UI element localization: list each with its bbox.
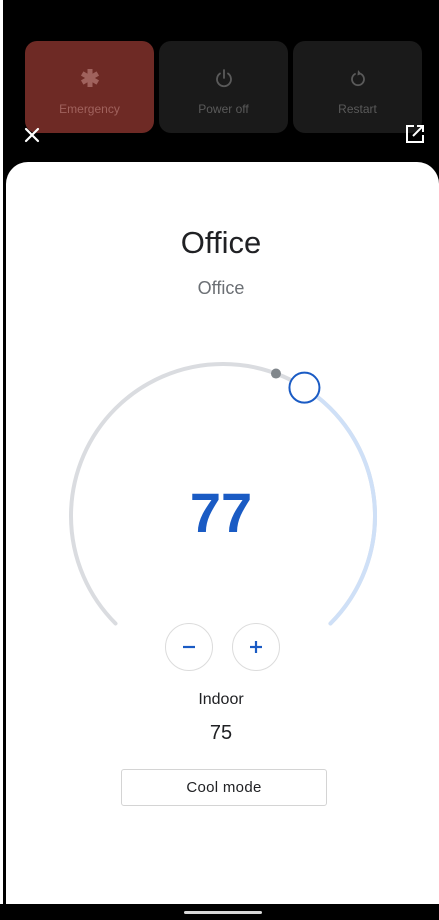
close-button[interactable]: [20, 123, 44, 147]
plus-icon: [250, 641, 262, 653]
power-menu: Emergency Power off Restart: [25, 41, 423, 133]
emergency-button[interactable]: Emergency: [25, 41, 154, 133]
home-handle[interactable]: [184, 911, 262, 914]
restart-icon: [293, 67, 422, 89]
setpoint-temperature: 77: [189, 481, 253, 544]
power-off-button[interactable]: Power off: [159, 41, 288, 133]
decrease-temperature-button[interactable]: [165, 623, 213, 671]
asterisk-icon: [25, 67, 154, 89]
open-external-button[interactable]: [403, 122, 427, 146]
device-title: Office: [180, 225, 262, 260]
restart-button[interactable]: Restart: [293, 41, 422, 133]
emergency-label: Emergency: [59, 102, 120, 116]
close-icon: [24, 127, 40, 143]
power-icon: [159, 67, 288, 89]
device-room: Office: [197, 278, 245, 298]
mode-button[interactable]: Cool mode: [121, 769, 327, 806]
indoor-label: Indoor: [198, 691, 244, 708]
indoor-temperature: 75: [209, 722, 233, 744]
increase-temperature-button[interactable]: [232, 623, 280, 671]
restart-label: Restart: [338, 102, 377, 116]
minus-icon: [183, 645, 195, 649]
dial-range-dot: [270, 368, 281, 379]
open-external-icon: [406, 125, 424, 143]
dial-thumb: [288, 371, 321, 404]
power-off-label: Power off: [198, 102, 249, 116]
screen-edge: [0, 0, 3, 920]
